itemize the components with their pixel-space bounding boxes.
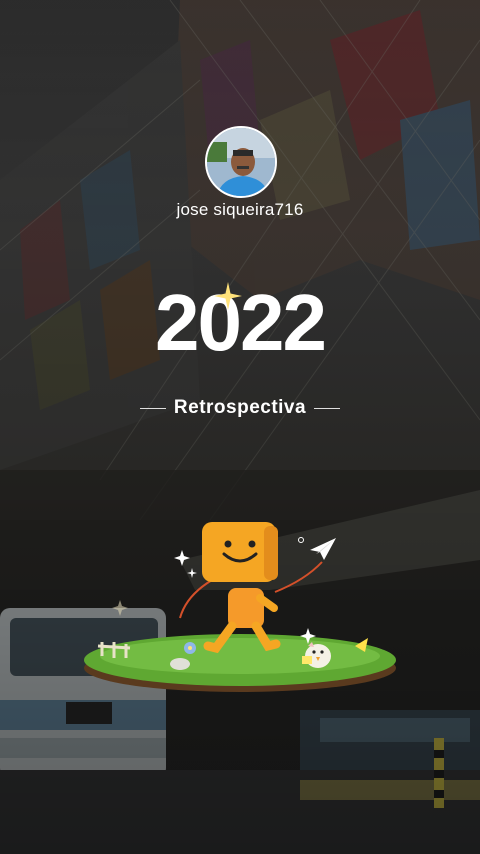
username: jose siqueira716 [176,200,304,219]
subtitle-rule-right [314,407,341,409]
fence [97,642,131,658]
mascot-illustration [84,522,396,692]
user-avatar-icon [207,128,275,196]
subtitle-rule-left [139,407,166,409]
subtitle-row: Retrospectiva [0,396,480,420]
box-head-mascot [179,522,323,654]
sparkle-small-icon [174,550,190,566]
avatar[interactable] [205,126,277,198]
subtitle: Retrospectiva [173,397,307,418]
rock [170,658,190,670]
paper-plane-icon [310,538,336,560]
sparkle-icon [214,282,242,310]
